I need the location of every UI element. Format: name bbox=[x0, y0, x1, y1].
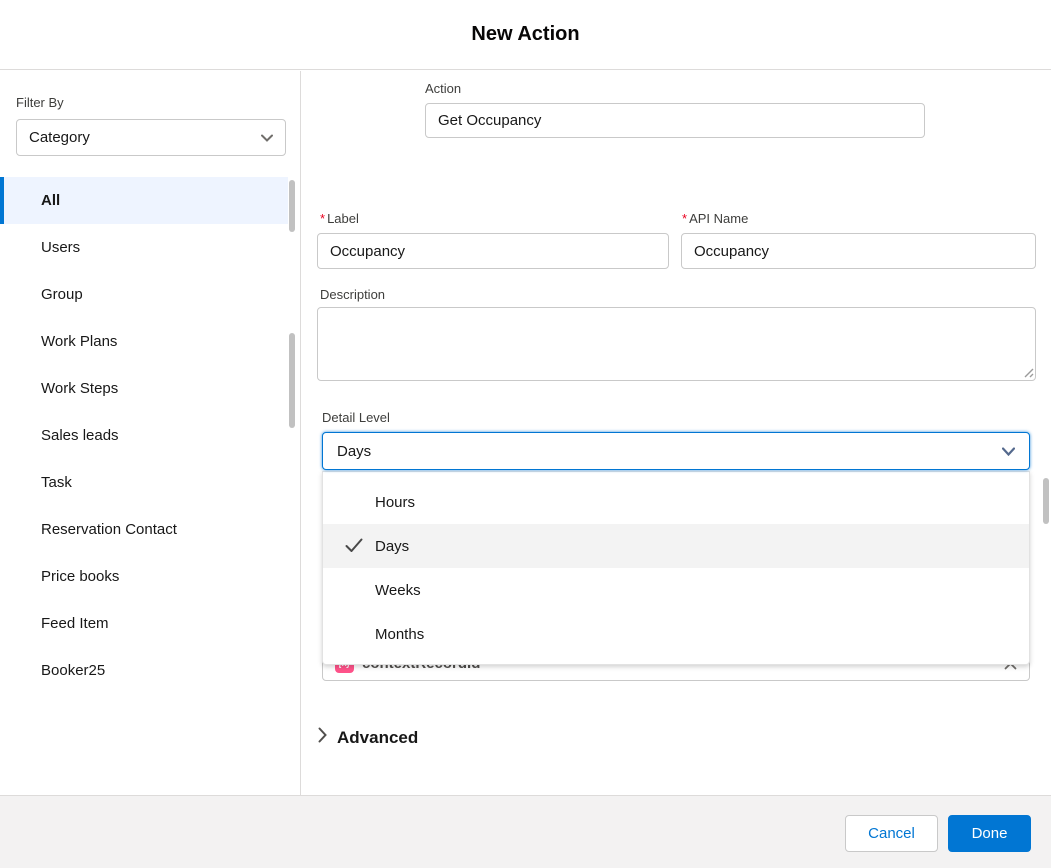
sidebar-item-group[interactable]: Group bbox=[0, 271, 288, 318]
option-days[interactable]: Days bbox=[323, 524, 1029, 568]
category-select[interactable]: Category bbox=[16, 119, 286, 156]
description-label: Description bbox=[320, 287, 385, 302]
cancel-button[interactable]: Cancel bbox=[845, 815, 938, 852]
label-input[interactable] bbox=[317, 233, 669, 269]
sidebar-item-all[interactable]: All bbox=[0, 177, 288, 224]
sidebar-item-label: Group bbox=[41, 286, 83, 303]
action-input[interactable] bbox=[425, 103, 925, 138]
chevron-down-icon bbox=[1002, 443, 1015, 460]
option-hours[interactable]: Hours bbox=[323, 480, 1029, 524]
advanced-label: Advanced bbox=[337, 728, 418, 748]
sidebar-item-price-books[interactable]: Price books bbox=[0, 553, 288, 600]
description-textarea[interactable] bbox=[317, 307, 1036, 381]
sidebar-item-label: All bbox=[41, 192, 60, 209]
detail-level-value: Days bbox=[337, 443, 371, 460]
sidebar-item-label: Booker25 bbox=[41, 662, 105, 679]
api-name-input[interactable] bbox=[681, 233, 1036, 269]
sidebar-item-work-steps[interactable]: Work Steps bbox=[0, 365, 288, 412]
option-label: Weeks bbox=[375, 582, 421, 599]
option-weeks[interactable]: Weeks bbox=[323, 568, 1029, 612]
api-name-label-text: API Name bbox=[689, 211, 748, 226]
category-select-value: Category bbox=[29, 129, 90, 146]
sidebar-item-users[interactable]: Users bbox=[0, 224, 288, 271]
required-asterisk: * bbox=[320, 211, 325, 226]
new-action-modal: New Action Filter By Category All Users … bbox=[0, 0, 1051, 868]
option-label: Days bbox=[375, 538, 409, 555]
sidebar-item-booker25[interactable]: Booker25 bbox=[0, 647, 288, 694]
detail-level-label: Detail Level bbox=[322, 410, 390, 425]
sidebar-item-label: Work Plans bbox=[41, 333, 117, 350]
modal-title: New Action bbox=[471, 23, 579, 46]
category-list: All Users Group Work Plans Work Steps Sa… bbox=[0, 177, 288, 694]
sidebar-item-label: Task bbox=[41, 474, 72, 491]
detail-level-menu: Hours Days Weeks Months bbox=[322, 471, 1030, 665]
option-label: Months bbox=[375, 626, 424, 643]
sidebar-item-task[interactable]: Task bbox=[0, 459, 288, 506]
sidebar-item-label: Price books bbox=[41, 568, 119, 585]
category-sidebar: Filter By Category All Users Group Work … bbox=[0, 71, 301, 795]
sidebar-scrollbar-thumb[interactable] bbox=[289, 180, 295, 232]
label-field-label: *Label bbox=[320, 211, 359, 226]
sidebar-item-work-plans[interactable]: Work Plans bbox=[0, 318, 288, 365]
sidebar-item-label: Sales leads bbox=[41, 427, 119, 444]
resize-handle-icon[interactable] bbox=[1021, 365, 1035, 379]
sidebar-item-label: Reservation Contact bbox=[41, 521, 177, 538]
sidebar-item-reservation-contact[interactable]: Reservation Contact bbox=[0, 506, 288, 553]
main-scrollbar-thumb[interactable] bbox=[1043, 478, 1049, 524]
sidebar-item-sales-leads[interactable]: Sales leads bbox=[0, 412, 288, 459]
label-field-label-text: Label bbox=[327, 211, 359, 226]
chevron-down-icon bbox=[261, 129, 273, 146]
chevron-right-icon bbox=[318, 727, 327, 748]
sidebar-item-feed-item[interactable]: Feed Item bbox=[0, 600, 288, 647]
sidebar-item-label: Feed Item bbox=[41, 615, 109, 632]
api-name-field-label: *API Name bbox=[682, 211, 748, 226]
action-label: Action bbox=[425, 81, 461, 96]
option-months[interactable]: Months bbox=[323, 612, 1029, 656]
check-icon bbox=[345, 538, 363, 557]
required-asterisk: * bbox=[682, 211, 687, 226]
modal-header: New Action bbox=[0, 0, 1051, 70]
option-label: Hours bbox=[375, 494, 415, 511]
advanced-toggle[interactable]: Advanced bbox=[318, 727, 418, 748]
sidebar-item-label: Users bbox=[41, 239, 80, 256]
filter-by-label: Filter By bbox=[16, 95, 64, 110]
sidebar-scrollbar-thumb[interactable] bbox=[289, 333, 295, 428]
sidebar-item-label: Work Steps bbox=[41, 380, 118, 397]
done-button[interactable]: Done bbox=[948, 815, 1031, 852]
detail-level-combobox[interactable]: Days bbox=[322, 432, 1030, 470]
